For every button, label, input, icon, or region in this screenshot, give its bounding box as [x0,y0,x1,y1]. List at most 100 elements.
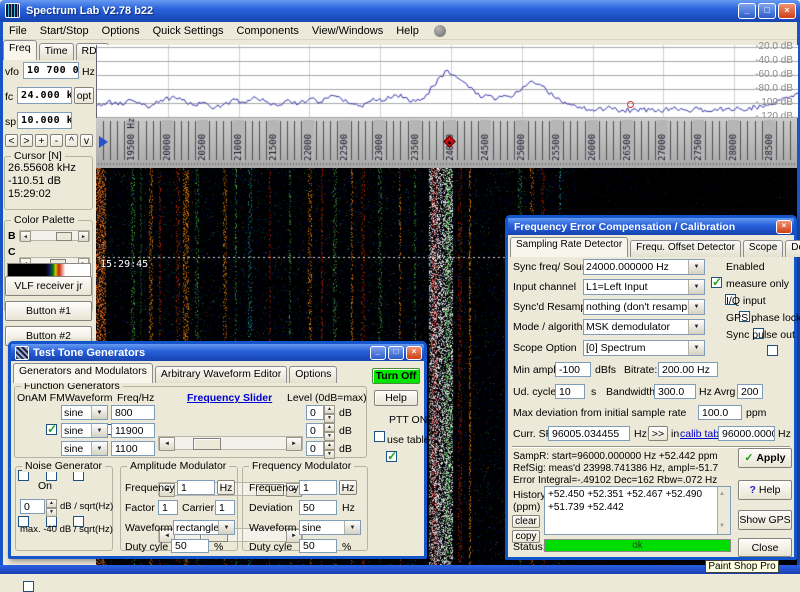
use-table-checkbox[interactable] [386,449,397,463]
gen2-level-spinner[interactable]: ▲ ▼ [324,423,335,441]
tab-time[interactable]: Time [38,43,74,60]
minimize-button[interactable]: _ [738,3,756,19]
history-scrollbar[interactable]: ▲ ▼ [717,487,730,534]
gen3-level-input[interactable]: 0 [306,441,324,456]
menu-options[interactable]: Options [100,24,142,38]
mode-select[interactable]: MSK demodulator ▼ [583,319,705,335]
gen1-waveform-select[interactable]: sine ▼ [61,405,108,420]
am-waveform-select[interactable]: rectangle ▼ [173,520,235,535]
spectrum-plot[interactable] [96,45,798,118]
fc-input[interactable]: 24.000 kHz [17,87,72,104]
scope-option-select[interactable]: [0] Spectrum ▼ [583,340,705,356]
opt-button[interactable]: opt [74,87,94,104]
fec-close-button-2[interactable]: Close [738,538,792,557]
menu-view-windows[interactable]: View/Windows [310,24,385,38]
noise-level-spinner[interactable]: ▲ ▼ [46,499,57,517]
frequency-slider-link[interactable]: Frequency Slider [187,392,272,404]
apply-button[interactable]: ✓ Apply [738,448,792,468]
menu-start-stop[interactable]: Start/Stop [38,24,91,38]
menu-file[interactable]: File [7,24,29,38]
gen2-level-input[interactable]: 0 [306,423,324,438]
am-hz-button[interactable]: Hz [217,480,235,495]
gen2-freq-input[interactable]: 11900 [111,423,155,438]
spin-down-icon[interactable]: ▼ [324,432,335,441]
nav-down-button[interactable]: v [80,134,93,147]
ttg-help-button[interactable]: Help [374,390,418,406]
sync-pulse-out-checkbox[interactable] [767,345,779,356]
sr-transfer-button[interactable]: >> [648,426,668,441]
tab-freq[interactable]: Freq [3,40,37,60]
gen3-waveform-select[interactable]: sine ▼ [61,441,108,456]
gen2-waveform-select[interactable]: sine ▼ [61,423,108,438]
slider-thumb[interactable] [192,438,221,450]
ttg-close-button[interactable]: × [406,345,422,360]
menu-components[interactable]: Components [235,24,301,38]
input-channel-select[interactable]: L1=Left Input ▼ [583,279,705,295]
slider-left-arrow-icon[interactable]: ◄ [159,437,175,451]
fec-tab-sampling-rate[interactable]: Sampling Rate Detector [510,237,629,257]
ttg-tab-options[interactable]: Options [289,366,338,383]
ruler-edge-marker-icon[interactable] [98,136,108,148]
gen1-level-spinner[interactable]: ▲ ▼ [324,405,335,423]
min-ampl-input[interactable]: -100 [555,362,591,377]
scroll-up-icon[interactable]: ▲ [719,488,725,501]
sync-freq-select[interactable]: 24000.000000 Hz ▼ [583,259,705,275]
slider-thumb[interactable] [55,232,72,241]
spin-down-icon[interactable]: ▼ [324,450,335,459]
am-carrier-input[interactable]: 1 [215,500,235,515]
enabled-checkbox[interactable] [711,275,722,289]
menu-quick-settings[interactable]: Quick Settings [151,24,226,38]
zoom-out-button[interactable]: - [50,134,63,147]
ttg-minimize-button[interactable]: _ [370,345,386,360]
spin-down-icon[interactable]: ▼ [46,508,57,517]
resample-select[interactable]: nothing (don't resample) ▼ [583,299,705,315]
ttg-tab-generators[interactable]: Generators and Modulators [13,363,153,383]
nav-left-button[interactable]: < [5,134,18,147]
bitrate-input[interactable]: 200.00 Hz [658,362,718,377]
vfo-input[interactable]: 10 700 000 [23,62,79,79]
spin-up-icon[interactable]: ▲ [324,405,335,414]
fec-tab-freq-offset[interactable]: Frequ. Offset Detector [630,240,741,257]
gen1-frequency-slider[interactable]: ◄ ► [158,436,303,451]
maximize-button[interactable]: □ [758,3,776,19]
history-clear-button[interactable]: clear [512,515,540,528]
fm-hz-button[interactable]: Hz [339,480,357,495]
history-textarea[interactable]: +52.450 +52.351 +52.467 +52.490 +51.739 … [544,486,731,535]
max-dev-input[interactable]: 100.0 [698,405,742,420]
gen1-on-checkbox[interactable] [46,422,57,436]
bandwidth-input[interactable]: 300.0 [654,384,696,399]
fm-waveform-select[interactable]: sine ▼ [299,520,361,535]
fec-tab-scope[interactable]: Scope [742,240,784,257]
close-button[interactable]: × [778,3,796,19]
fec-help-button[interactable]: ? Help [738,480,792,500]
fec-close-button[interactable]: × [776,219,792,234]
slider-right-arrow-icon[interactable]: ► [286,437,302,451]
avrg-input[interactable]: 200 [737,384,763,399]
gen1-level-input[interactable]: 0 [306,405,324,420]
ttg-maximize-button[interactable]: □ [388,345,404,360]
button-1[interactable]: Button #1 [5,301,92,321]
spin-up-icon[interactable]: ▲ [324,441,335,450]
ptt-on-checkbox[interactable] [374,431,385,442]
gen1-freq-input[interactable]: 800 [111,405,155,420]
nav-right-button[interactable]: > [20,134,33,147]
slider-right-arrow-icon[interactable]: ► [78,231,89,242]
spin-down-icon[interactable]: ▼ [324,414,335,423]
spin-up-icon[interactable]: ▲ [324,423,335,432]
am-duty-input[interactable]: 50 [171,539,209,553]
fm-deviation-input[interactable]: 50 [299,500,337,515]
show-gps-button[interactable]: Show GPS [738,510,792,530]
noise-level-input[interactable]: 0 [20,499,45,514]
vlf-receiver-button[interactable]: VLF receiver jr [5,276,92,296]
noise-on-checkbox[interactable] [23,581,34,592]
nav-up-button[interactable]: ^ [65,134,78,147]
fm-duty-input[interactable]: 50 [299,539,337,553]
slider-left-arrow-icon[interactable]: ◄ [20,231,31,242]
fm-frequency-input[interactable]: 1 [299,480,337,495]
am-frequency-input[interactable]: 1 [177,480,215,495]
curr-sr-input[interactable]: 96005.034455 [548,426,630,441]
gen3-freq-input[interactable]: 1100 [111,441,155,456]
sp-input[interactable]: 10.000 kHz [17,112,72,129]
menu-help[interactable]: Help [394,24,421,38]
ud-cycle-input[interactable]: 10 [555,384,585,399]
